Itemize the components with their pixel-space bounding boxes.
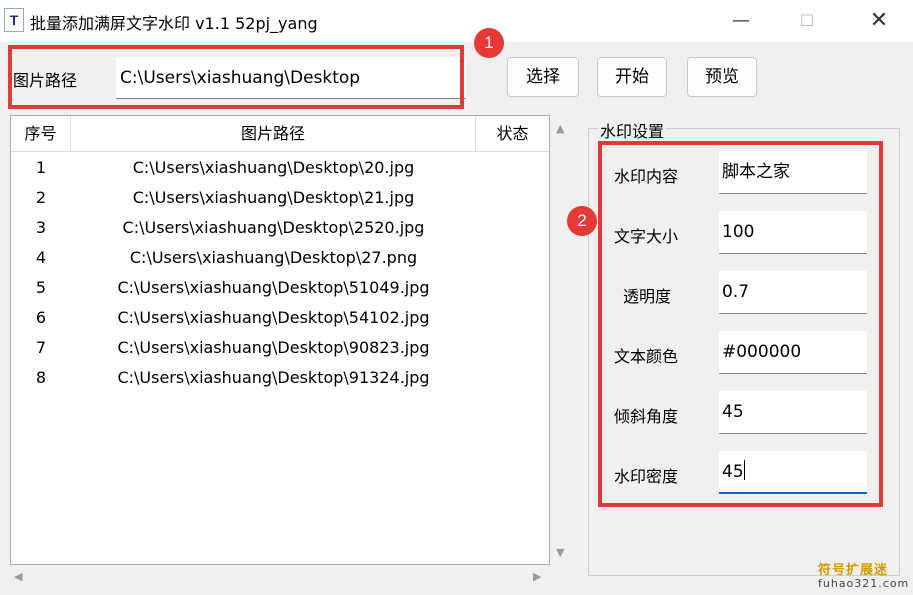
scroll-up-icon[interactable]: ▲ [556, 122, 564, 135]
table-row[interactable]: 1 C:\Users\xiashuang\Desktop\20.jpg [11, 153, 549, 183]
row-seq: 5 [35, 278, 47, 297]
table-row[interactable]: 4 C:\Users\xiashuang\Desktop\27.png [11, 243, 549, 273]
annotation-badge-2: 2 [567, 206, 597, 236]
preview-button[interactable]: 预览 [687, 57, 757, 97]
highlight-box-2 [598, 141, 883, 507]
highlight-box-1 [8, 45, 464, 109]
row-path: C:\Users\xiashuang\Desktop\90823.jpg [117, 338, 430, 357]
scroll-left-icon[interactable]: ◀ [14, 570, 22, 583]
row-path: C:\Users\xiashuang\Desktop\20.jpg [132, 158, 415, 177]
row-seq: 2 [35, 188, 47, 207]
row-seq: 4 [35, 248, 47, 267]
app-icon: T [4, 8, 24, 32]
column-header-path[interactable]: 图片路径 [71, 116, 476, 152]
column-header-status[interactable]: 状态 [476, 116, 549, 152]
row-path: C:\Users\xiashuang\Desktop\54102.jpg [117, 308, 430, 327]
row-seq: 1 [35, 158, 47, 177]
row-seq: 3 [35, 218, 47, 237]
row-path: C:\Users\xiashuang\Desktop\21.jpg [132, 188, 415, 207]
table-row[interactable]: 8 C:\Users\xiashuang\Desktop\91324.jpg [11, 363, 549, 393]
column-header-seq[interactable]: 序号 [11, 116, 71, 152]
select-button[interactable]: 选择 [507, 57, 579, 97]
minimize-button[interactable]: — [718, 6, 764, 36]
row-path: C:\Users\xiashuang\Desktop\2520.jpg [122, 218, 425, 237]
row-seq: 7 [35, 338, 47, 357]
file-table: 序号 图片路径 状态 1 C:\Users\xiashuang\Desktop\… [10, 115, 550, 565]
site-watermark-text: 符号扩展迷 [818, 563, 889, 578]
table-row[interactable]: 3 C:\Users\xiashuang\Desktop\2520.jpg [11, 213, 549, 243]
row-path: C:\Users\xiashuang\Desktop\27.png [129, 248, 418, 267]
settings-title: 水印设置 [598, 118, 667, 142]
start-button[interactable]: 开始 [597, 57, 667, 97]
row-path: C:\Users\xiashuang\Desktop\91324.jpg [117, 368, 430, 387]
table-row[interactable]: 6 C:\Users\xiashuang\Desktop\54102.jpg [11, 303, 549, 333]
table-row[interactable]: 2 C:\Users\xiashuang\Desktop\21.jpg [11, 183, 549, 213]
table-row[interactable]: 7 C:\Users\xiashuang\Desktop\90823.jpg [11, 333, 549, 363]
site-watermark-url: fuhao321.com [818, 577, 910, 590]
row-seq: 8 [35, 368, 47, 387]
table-row[interactable]: 5 C:\Users\xiashuang\Desktop\51049.jpg [11, 273, 549, 303]
window-title: 批量添加满屏文字水印 v1.1 52pj_yang [30, 14, 318, 33]
row-path: C:\Users\xiashuang\Desktop\51049.jpg [117, 278, 430, 297]
table-header: 序号 图片路径 状态 [11, 116, 549, 152]
scroll-down-icon[interactable]: ▼ [556, 546, 564, 559]
row-seq: 6 [35, 308, 47, 327]
annotation-badge-1: 1 [474, 28, 504, 58]
maximize-button[interactable]: ☐ [784, 6, 830, 36]
scroll-right-icon[interactable]: ▶ [533, 570, 541, 583]
close-button[interactable]: ✕ [856, 6, 902, 36]
